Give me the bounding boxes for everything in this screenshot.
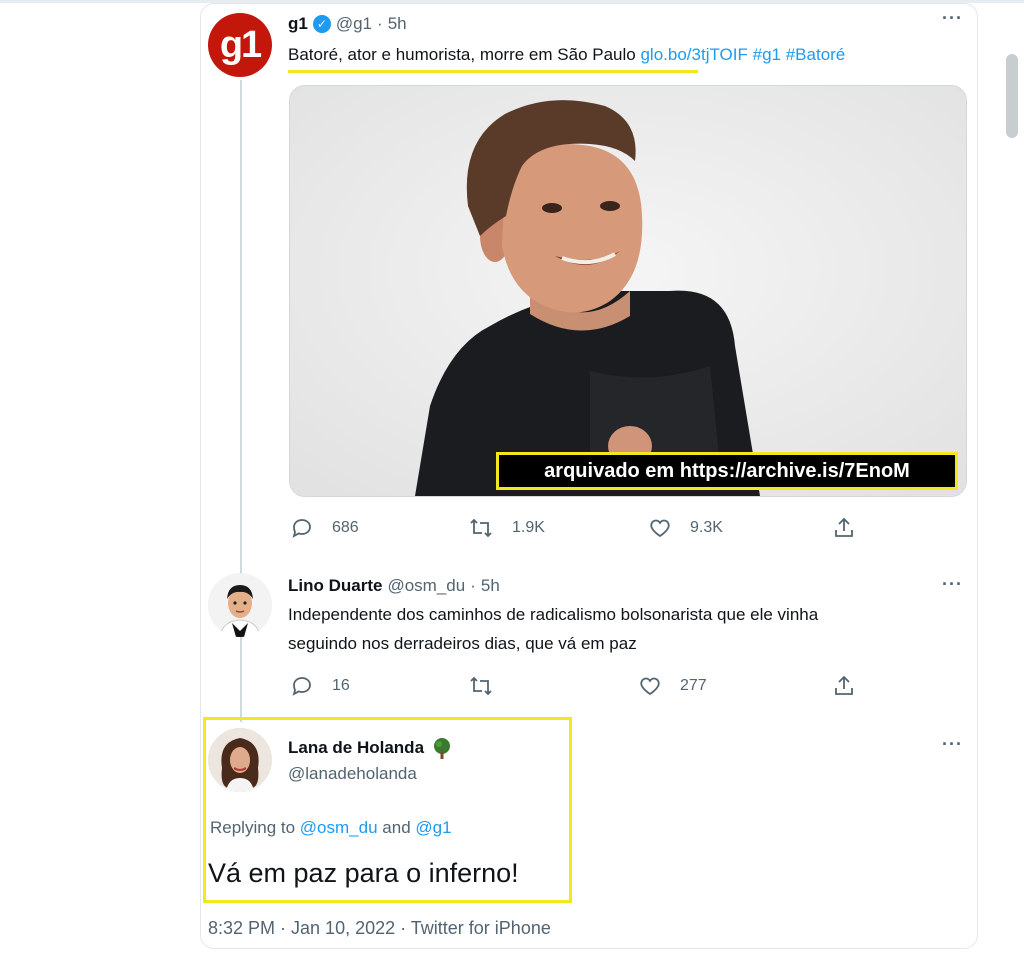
replying-to-user[interactable]: @g1 (415, 818, 451, 837)
tweet3-text: Vá em paz para o inferno! (208, 858, 519, 888)
tweet1-text: Batoré, ator e humorista, morre em São P… (288, 45, 845, 65)
woman-photo-avatar (208, 728, 272, 792)
tweet-text: Batoré, ator e humorista, morre em São P… (288, 45, 636, 64)
verified-badge-icon: ✓ (312, 15, 331, 33)
tweet2-text-line2: seguindo nos derradeiros dias, que vá em… (288, 634, 637, 653)
author-handle[interactable]: @osm_du (387, 576, 465, 596)
share-button[interactable] (832, 516, 856, 540)
author-name[interactable]: g1 (288, 14, 308, 34)
retweet-icon (470, 518, 492, 538)
retweet-button[interactable]: 1.9K (468, 516, 545, 540)
replying-to: Replying to @osm_du and @g1 (210, 818, 452, 838)
reply-icon (292, 519, 311, 538)
author-handle[interactable]: @lanadeholanda (288, 764, 417, 784)
share-icon (835, 675, 853, 695)
g1-logo-text: g1 (219, 23, 262, 66)
author-name[interactable]: Lino Duarte (288, 576, 382, 596)
like-button[interactable]: 277 (638, 674, 707, 698)
photo-of-man (290, 86, 966, 496)
reply-count: 686 (332, 519, 359, 536)
archive-text: arquivado em https://archive.is/7EnoM (544, 459, 910, 482)
tree-emoji-icon (434, 738, 451, 759)
tweet2-text-line1: Independente dos caminhos de radicalismo… (288, 605, 819, 624)
author-name[interactable]: Lana de Holanda (288, 738, 424, 758)
lino-avatar[interactable] (208, 573, 272, 637)
like-button[interactable]: 9.3K (648, 516, 723, 540)
scrollbar[interactable] (1006, 54, 1018, 138)
tweet2-header: Lino Duarte @osm_du · 5h (288, 576, 500, 596)
reply-icon (292, 677, 311, 696)
g1-avatar[interactable]: g1 (208, 13, 272, 77)
archive-label: arquivado em https://archive.is/7EnoM (496, 452, 958, 490)
more-options-icon[interactable]: ··· (942, 574, 963, 595)
retweet-button[interactable] (468, 674, 494, 698)
hashtag-g1[interactable]: #g1 (753, 45, 781, 64)
tweet-image[interactable]: arquivado em https://archive.is/7EnoM (289, 85, 967, 497)
reply-button[interactable]: 16 (290, 674, 350, 698)
tweet3-header: Lana de Holanda (288, 736, 454, 760)
share-icon (835, 517, 853, 537)
thread-line (240, 636, 242, 722)
tweet-time[interactable]: 5h (481, 576, 500, 596)
more-options-icon[interactable]: ··· (942, 8, 963, 29)
hashtag-batore[interactable]: #Batoré (786, 45, 846, 64)
heart-icon (650, 519, 670, 538)
retweet-count: 1.9K (512, 519, 545, 536)
replying-to-user[interactable]: @osm_du (300, 818, 378, 837)
more-options-icon[interactable]: ··· (942, 734, 963, 755)
cartoon-man-avatar (208, 573, 272, 637)
separator-dot: · (470, 576, 476, 595)
author-handle[interactable]: @g1 (336, 14, 372, 34)
text-underline-highlight (288, 70, 698, 73)
replying-to-and: and (382, 818, 411, 837)
retweet-icon (470, 676, 492, 696)
thread-line (240, 80, 242, 574)
separator-dot: · (377, 14, 383, 33)
share-button[interactable] (832, 674, 856, 698)
tweet-link[interactable]: glo.bo/3tjTOIF (640, 45, 747, 64)
heart-icon (640, 677, 660, 696)
like-count: 277 (680, 677, 707, 694)
tweet-timestamp-footer[interactable]: 8:32 PM · Jan 10, 2022 · Twitter for iPh… (208, 918, 551, 939)
tweet-time[interactable]: 5h (388, 14, 407, 34)
lana-avatar[interactable] (208, 728, 272, 792)
like-count: 9.3K (690, 519, 723, 536)
replying-to-label: Replying to (210, 818, 296, 837)
tweet1-header: g1 ✓ @g1 · 5h (288, 14, 407, 34)
reply-button[interactable]: 686 (290, 516, 359, 540)
reply-count: 16 (332, 677, 350, 694)
